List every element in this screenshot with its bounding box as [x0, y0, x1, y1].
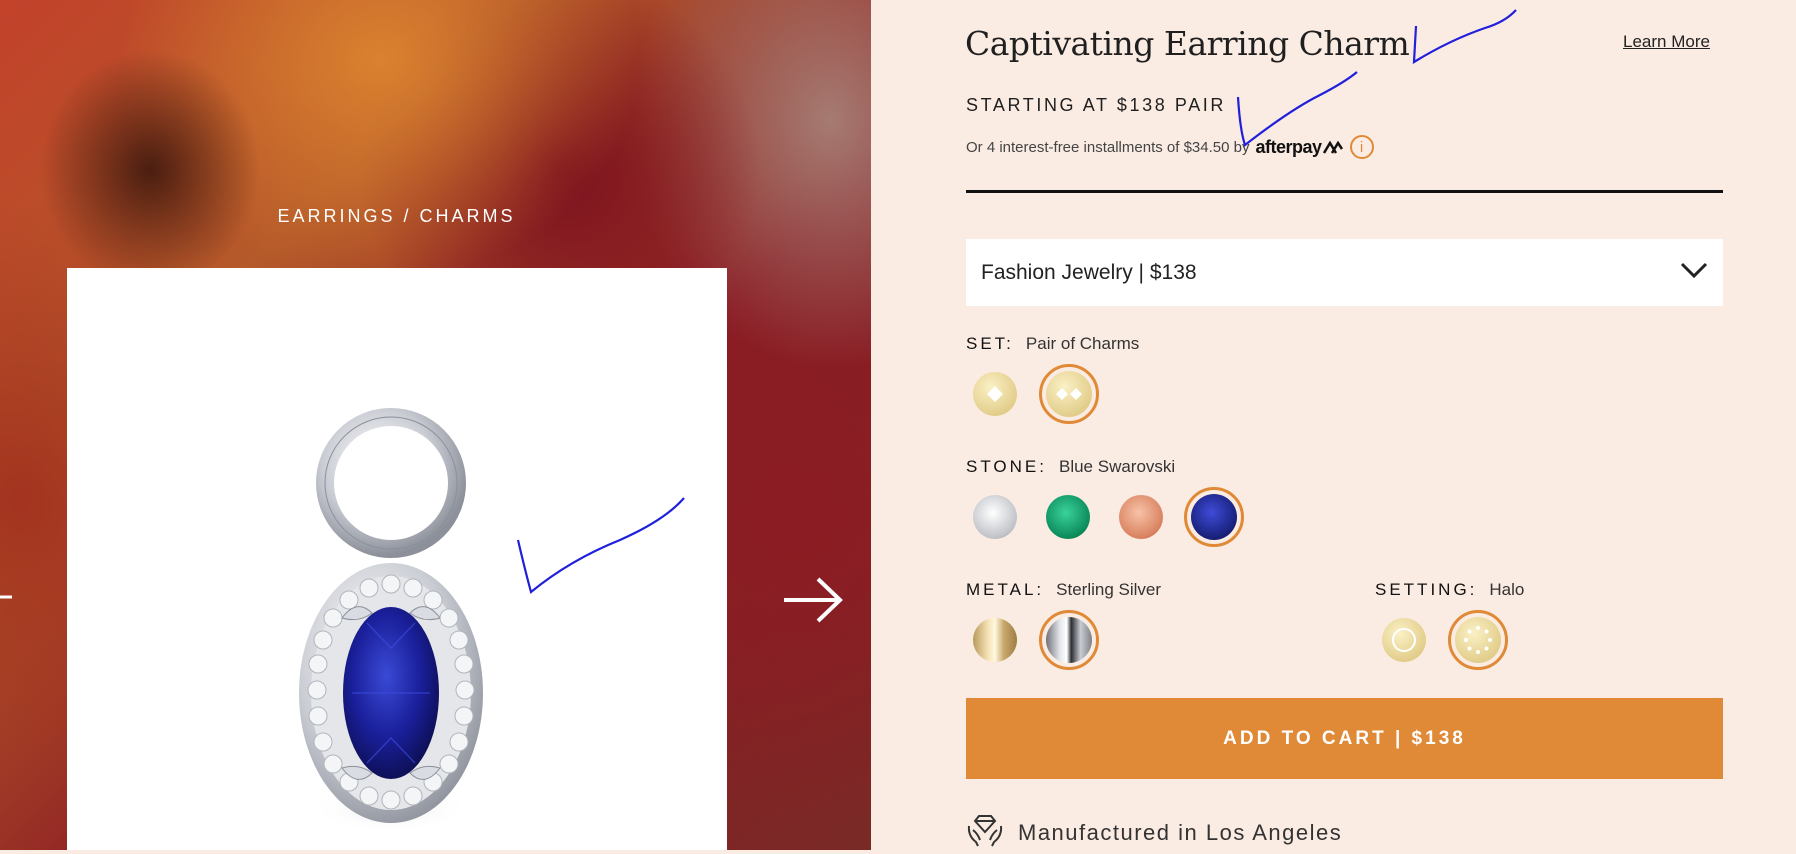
handwritten-checkmark-annotations [516, 9, 1517, 594]
